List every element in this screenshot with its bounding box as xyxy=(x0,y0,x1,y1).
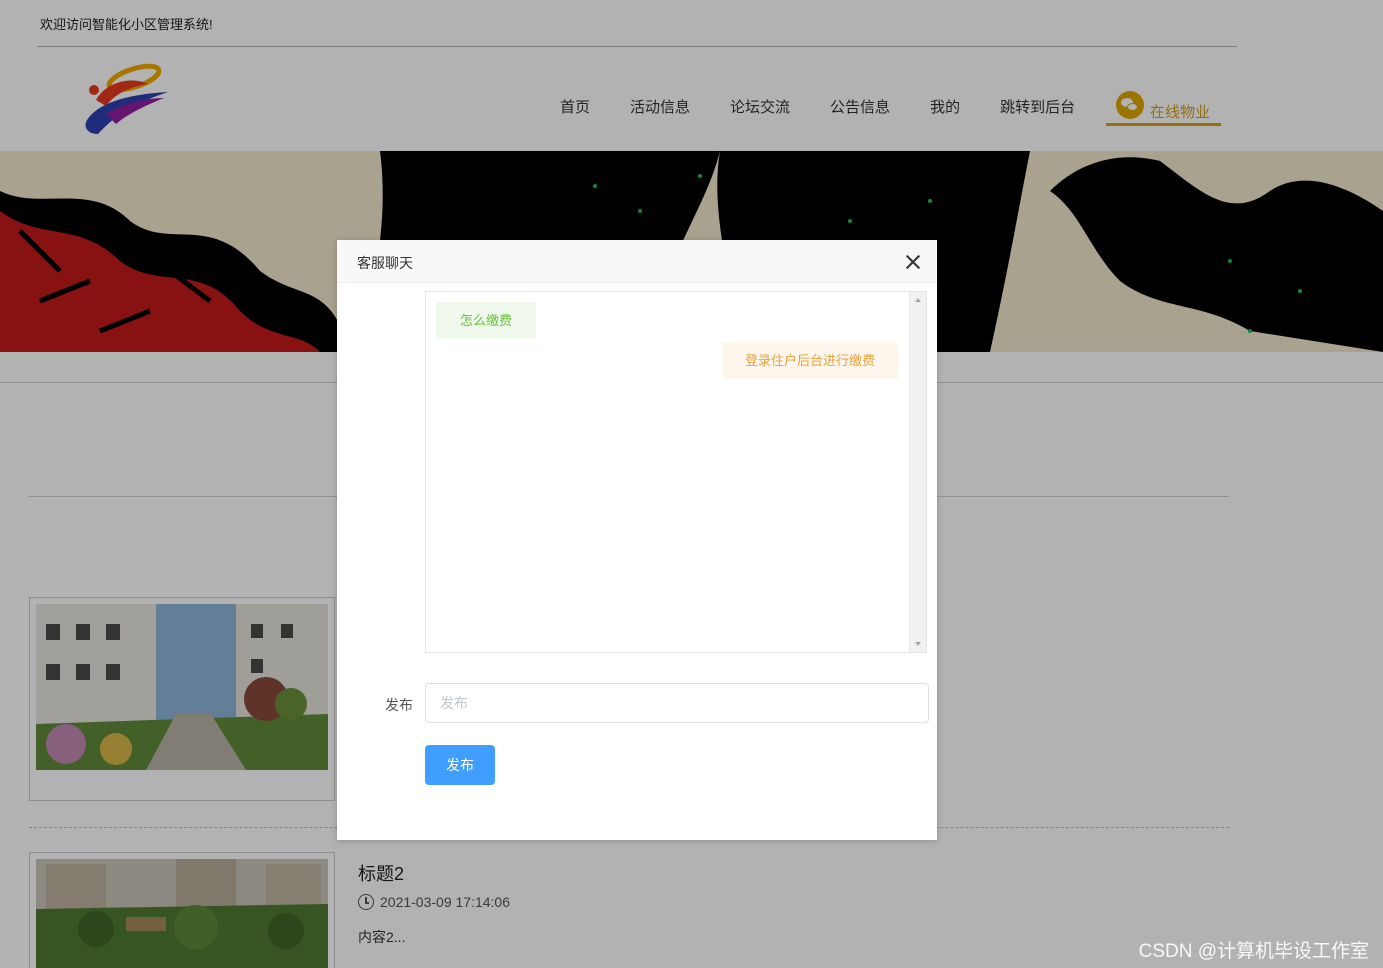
publish-label: 发布 xyxy=(385,697,413,713)
close-icon[interactable] xyxy=(905,254,921,270)
dialog-title: 客服聊天 xyxy=(357,255,413,271)
scroll-down-icon[interactable] xyxy=(915,642,921,646)
chat-message-admin: 登录住户后台进行缴费 xyxy=(721,342,898,379)
publish-button[interactable]: 发布 xyxy=(425,745,495,785)
customer-service-chat-dialog: 客服聊天 怎么缴费 登录住户后台进行缴费 发布 发布 xyxy=(337,240,937,840)
dialog-header: 客服聊天 xyxy=(337,240,937,283)
chat-scrollbar[interactable] xyxy=(909,292,926,652)
chat-message-user: 怎么缴费 xyxy=(436,302,537,339)
chat-history[interactable]: 怎么缴费 登录住户后台进行缴费 xyxy=(425,291,927,653)
watermark: CSDN @计算机毕设工作室 xyxy=(1138,941,1369,962)
publish-input[interactable] xyxy=(425,683,929,723)
scroll-up-icon[interactable] xyxy=(915,298,921,302)
